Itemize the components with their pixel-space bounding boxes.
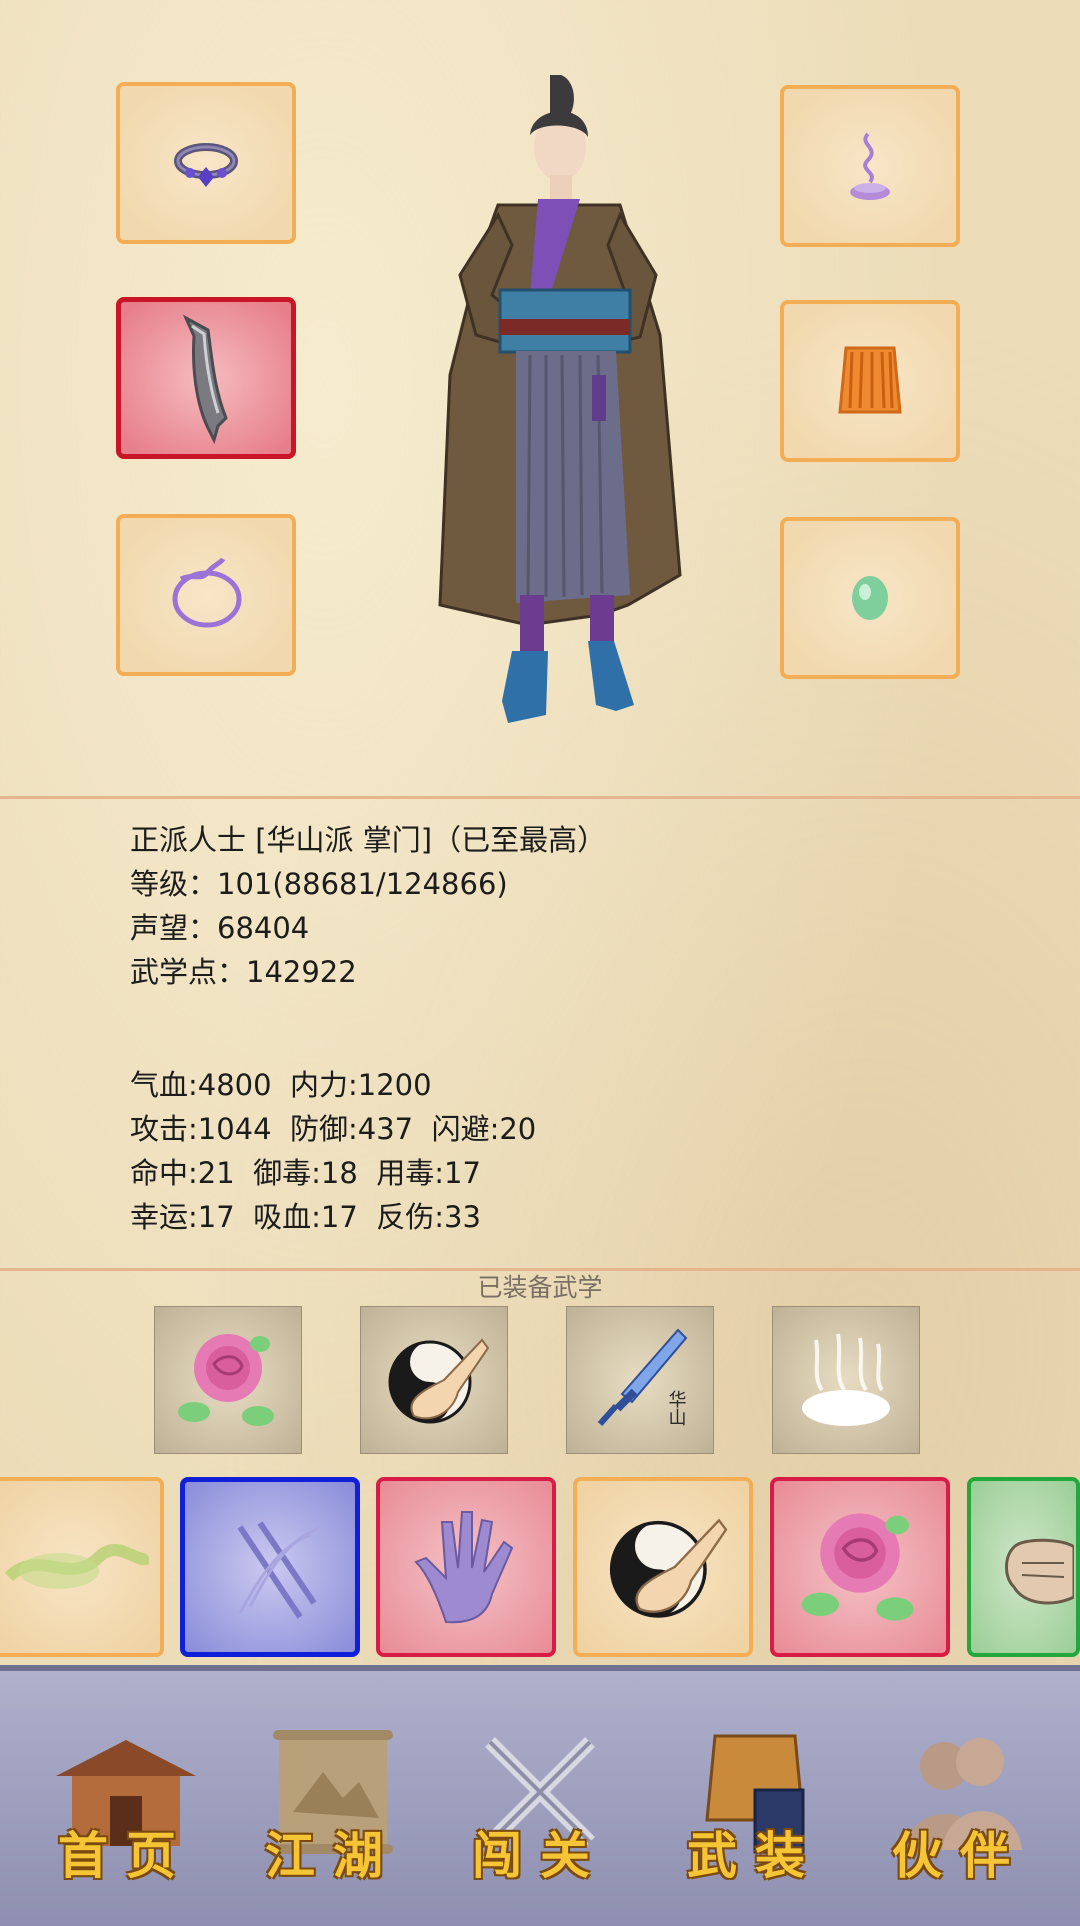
- bottom-nav: 首页 江湖 闯关 武装 伙伴: [0, 1665, 1080, 1926]
- equip-slot-weapon[interactable]: [116, 297, 296, 459]
- martial-points-line: 武学点：142922: [130, 955, 357, 989]
- stats-row-3: 命中:21 御毒:18 用毒:17: [130, 1156, 481, 1190]
- rank-line: 正派人士 [华山派 掌门]（已至最高）: [130, 823, 607, 857]
- huashan-sword-icon: 华山: [597, 1328, 688, 1426]
- incense-icon: [850, 132, 890, 200]
- taichi-palm-icon: [609, 1518, 728, 1618]
- armor-icon: [838, 346, 902, 414]
- nav-huoban-label: 伙伴: [892, 1826, 1028, 1885]
- ring-icon: [174, 143, 238, 187]
- fist-icon: [1004, 1538, 1074, 1605]
- nav-chuangguan[interactable]: 闯关: [450, 1716, 630, 1906]
- nav-wuzhuang[interactable]: 武装: [665, 1716, 845, 1906]
- level-line: 等级：101(88681/124866): [130, 867, 508, 901]
- stats-row-2: 攻击:1044 防御:437 闪避:20: [130, 1112, 537, 1146]
- sword-icon: [182, 314, 228, 445]
- divider-top: [0, 796, 1080, 799]
- nav-jianghu[interactable]: 江湖: [243, 1716, 423, 1906]
- equip-slot-jade[interactable]: [780, 517, 960, 679]
- skill-bank-item-3[interactable]: [376, 1477, 556, 1657]
- skill-card-text: 华山: [666, 1390, 687, 1426]
- skill-bank-item-2[interactable]: [180, 1477, 360, 1657]
- equipped-skill-1[interactable]: [154, 1306, 302, 1454]
- nav-home-label: 首页: [58, 1826, 194, 1885]
- skill-bank-item-1[interactable]: [0, 1477, 164, 1657]
- nav-home[interactable]: 首页: [36, 1716, 216, 1906]
- equipped-skills-caption: 已装备武学: [477, 1273, 603, 1302]
- equipped-skill-2[interactable]: [360, 1306, 508, 1454]
- equipped-skill-3[interactable]: 华山: [566, 1306, 714, 1454]
- nav-wuzhuang-label: 武装: [687, 1826, 823, 1885]
- stats-row-4: 幸运:17 吸血:17 反伤:33: [130, 1200, 481, 1234]
- cloud-steps-icon: [802, 1333, 890, 1426]
- nav-huoban[interactable]: 伙伴: [870, 1716, 1050, 1906]
- skill-bank-item-6[interactable]: [967, 1477, 1080, 1657]
- vine-icon: [4, 1544, 149, 1589]
- equip-slot-armor[interactable]: [780, 300, 960, 462]
- equip-slot-bracelet[interactable]: [116, 514, 296, 676]
- taichi-palm-icon: [388, 1338, 490, 1424]
- rose-icon: [178, 1334, 274, 1426]
- jade-icon: [852, 576, 888, 620]
- rose-icon: [801, 1513, 914, 1621]
- palm-icon: [414, 1511, 514, 1624]
- twin-swords-icon: [237, 1521, 321, 1619]
- equipped-skill-4[interactable]: [772, 1306, 920, 1454]
- skill-bank-item-5[interactable]: [770, 1477, 950, 1657]
- nav-chuangguan-label: 闯关: [472, 1826, 608, 1885]
- skill-bank-item-4[interactable]: [573, 1477, 753, 1657]
- equip-slot-accessory[interactable]: [780, 85, 960, 247]
- equip-slot-ring[interactable]: [116, 82, 296, 244]
- bracelet-icon: [172, 557, 242, 628]
- character-portrait: [438, 75, 682, 723]
- stats-row-1: 气血:4800 内力:1200: [130, 1068, 432, 1102]
- nav-jianghu-label: 江湖: [265, 1826, 401, 1885]
- reputation-line: 声望：68404: [130, 911, 310, 945]
